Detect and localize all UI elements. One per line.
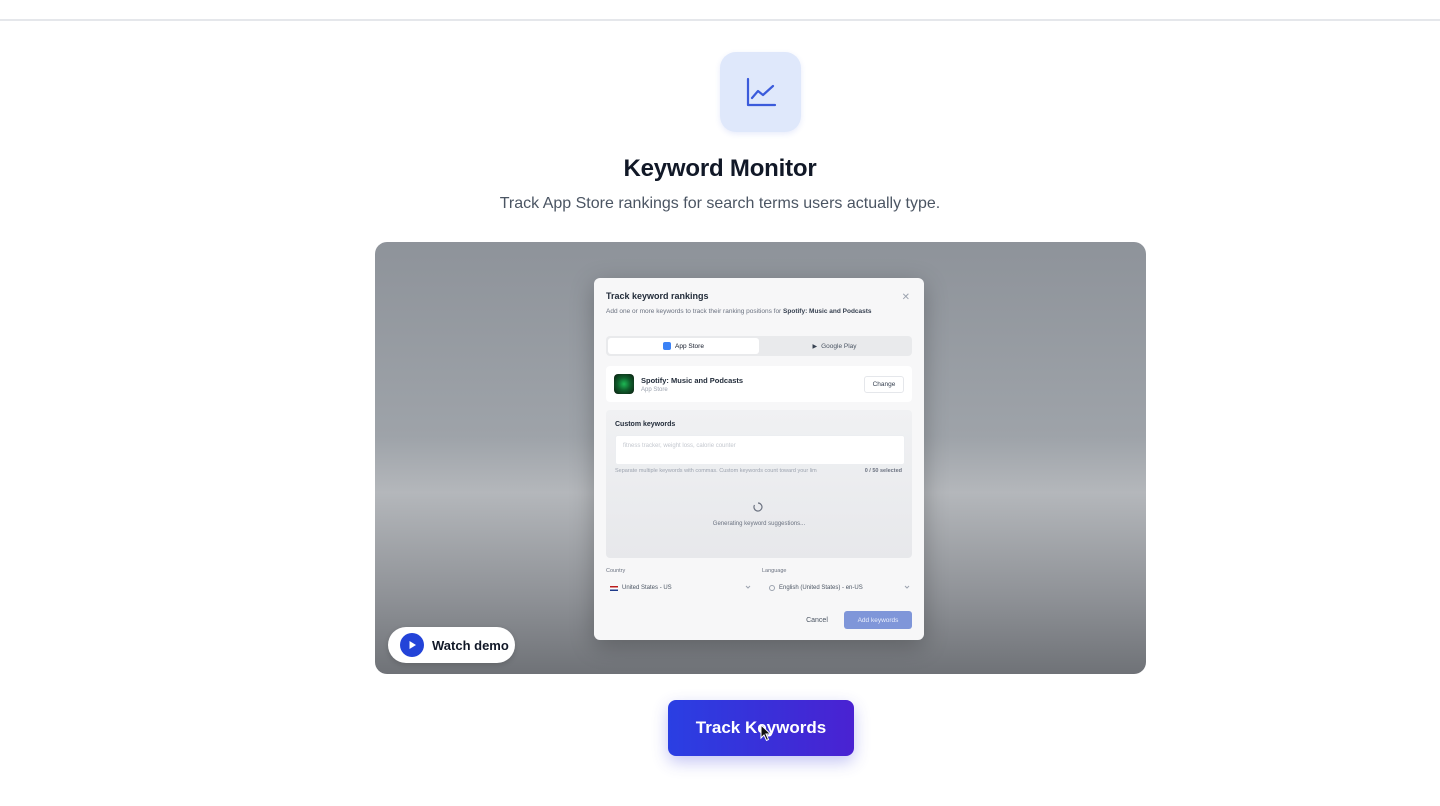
country-label: Country <box>606 568 626 574</box>
close-icon[interactable]: ✕ <box>902 292 910 303</box>
spinner-icon <box>753 502 763 512</box>
top-divider <box>0 0 1440 21</box>
language-label: Language <box>762 568 787 574</box>
page-title: Keyword Monitor <box>623 155 817 182</box>
globe-icon <box>769 585 775 591</box>
custom-keywords-input[interactable]: fitness tracker, weight loss, calorie co… <box>615 435 905 465</box>
chevron-down-icon <box>904 585 910 589</box>
chevron-down-icon <box>745 585 751 589</box>
custom-keywords-placeholder: fitness tracker, weight loss, calorie co… <box>623 443 736 449</box>
add-keywords-button[interactable]: Add keywords <box>844 611 912 629</box>
language-value: English (United States) - en-US <box>779 585 863 591</box>
dialog-description-text: Add one or more keywords to track their … <box>606 308 782 315</box>
google-play-icon: ▶ <box>812 343 818 350</box>
page-subtitle: Track App Store rankings for search term… <box>499 195 941 212</box>
watch-demo-button[interactable]: Watch demo <box>388 627 515 663</box>
tab-google-play[interactable]: ▶ Google Play <box>759 338 910 354</box>
feature-icon-tile <box>720 52 801 132</box>
dialog-title: Track keyword rankings <box>606 291 709 301</box>
tab-google-play-label: Google Play <box>821 342 857 350</box>
custom-keywords-section: Custom keywords fitness tracker, weight … <box>606 410 912 558</box>
app-thumbnail <box>614 374 634 394</box>
dialog-description: Add one or more keywords to track their … <box>606 306 876 317</box>
language-select[interactable]: English (United States) - en-US <box>769 579 915 597</box>
app-store-icon <box>663 342 672 350</box>
selected-app-row: Spotify: Music and Podcasts App Store Ch… <box>606 366 912 402</box>
us-flag-icon <box>610 585 618 591</box>
app-name: Spotify: Music and Podcasts <box>641 376 744 385</box>
change-app-button[interactable]: Change <box>864 376 904 393</box>
custom-keywords-label: Custom keywords <box>615 421 676 428</box>
cancel-button[interactable]: Cancel <box>799 611 835 629</box>
mouse-pointer-icon <box>760 724 772 742</box>
dialog-description-app: Spotify: Music and Podcasts <box>783 308 872 315</box>
generating-status: Generating keyword suggestions... <box>712 521 806 527</box>
keywords-help-text: Separate multiple keywords with commas. … <box>615 468 817 474</box>
app-store-label: App Store <box>641 387 668 393</box>
keywords-count: 0 / 50 selected <box>864 468 902 474</box>
country-value: United States - US <box>622 585 672 591</box>
watch-demo-label: Watch demo <box>432 637 509 653</box>
country-select[interactable]: United States - US <box>610 579 756 597</box>
demo-preview: Track keyword rankings ✕ Add one or more… <box>375 242 1146 674</box>
tab-app-store[interactable]: App Store <box>608 338 759 354</box>
track-keywords-dialog: Track keyword rankings ✕ Add one or more… <box>594 278 924 640</box>
tab-app-store-label: App Store <box>675 342 704 350</box>
store-tabs: App Store ▶ Google Play <box>606 336 912 356</box>
line-chart-icon <box>746 77 776 107</box>
play-icon <box>400 633 424 657</box>
